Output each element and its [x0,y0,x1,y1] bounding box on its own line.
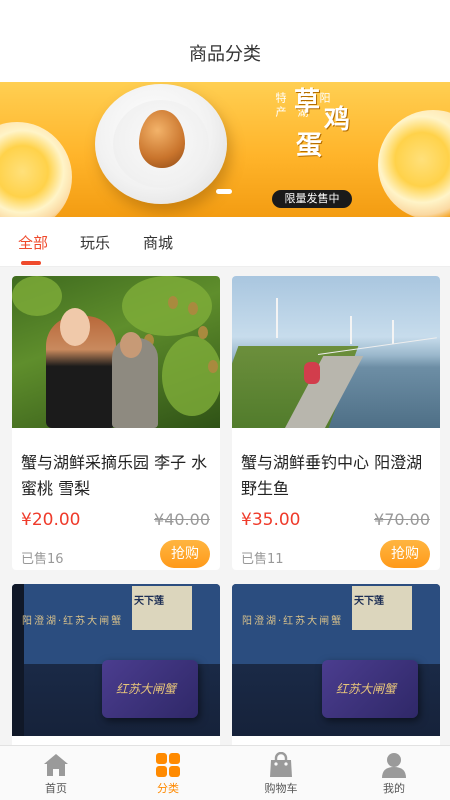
image-backdrop-text: 阳澄湖·红苏大闸蟹 [22,616,124,627]
nav-profile-label: 我的 [383,782,405,795]
product-card[interactable]: 蟹与湖鲜垂钓中心 阳澄湖野生鱼 ¥35.00 ¥70.00 已售11 抢购 [232,276,440,570]
banner-title-char: 蛋 [296,131,323,161]
category-tabs: 全部 玩乐 商城 [0,217,450,267]
product-image[interactable]: 阳澄湖·红苏大闸蟹 天下莲 红苏大闸蟹 [12,584,220,736]
page-title: 商品分类 [189,44,261,65]
product-sold-count: 已售11 [241,552,284,567]
product-price: ¥20.00 [21,510,81,530]
tab-active-indicator [21,261,41,265]
tab-all[interactable]: 全部 [18,232,48,253]
home-icon [44,754,68,776]
nav-home-label: 首页 [45,782,67,795]
image-card-title: 红苏大闸蟹 [116,682,177,696]
egg-image [139,110,185,168]
bag-icon [270,752,292,777]
nav-cart-label: 购物车 [264,782,298,795]
banner-title-char: 鸡 [324,105,351,135]
nav-cart[interactable]: 购物车 [225,746,337,800]
tab-play[interactable]: 玩乐 [80,232,110,253]
nav-category[interactable]: 分类 [112,746,224,800]
user-icon [382,753,406,778]
product-original-price: ¥70.00 [374,510,430,529]
banner-subtitle-col: 特产 [274,92,287,120]
tab-mall[interactable]: 商城 [143,232,173,253]
product-image[interactable] [12,276,220,428]
carousel-indicator [216,189,232,194]
grid-icon [156,753,180,777]
product-card[interactable]: 阳澄湖·红苏大闸蟹 天下莲 红苏大闸蟹 [12,584,220,745]
egg-yolk-image [0,122,72,217]
product-grid[interactable]: 蟹与湖鲜采摘乐园 李子 水蜜桃 雪梨 ¥20.00 ¥40.00 已售16 抢购… [0,267,450,745]
header: 商品分类 [0,0,450,82]
plate-image [95,84,227,204]
nav-profile[interactable]: 我的 [338,746,450,800]
product-price: ¥35.00 [241,510,301,530]
banner-title-char: 草 [294,87,321,117]
nav-home[interactable]: 首页 [0,746,112,800]
bottom-nav: 首页 分类 购物车 我的 [0,745,450,800]
buy-button[interactable]: 抢购 [380,540,430,568]
image-card-title: 红苏大闸蟹 [336,682,397,696]
product-name[interactable]: 蟹与湖鲜采摘乐园 李子 水蜜桃 雪梨 [21,450,211,502]
product-original-price: ¥40.00 [154,510,210,529]
image-brand-text: 天下莲 [354,596,384,607]
product-image[interactable]: 阳澄湖·红苏大闸蟹 天下莲 红苏大闸蟹 [232,584,440,736]
product-sold-count: 已售16 [21,552,64,567]
product-card[interactable]: 阳澄湖·红苏大闸蟹 天下莲 红苏大闸蟹 [232,584,440,745]
nav-category-label: 分类 [157,782,179,795]
promo-banner[interactable]: 阳 澄湖 特产 草 鸡 蛋 限量发售中 [0,82,450,217]
egg-yolk-image [378,110,450,217]
image-brand-text: 天下莲 [134,596,164,607]
carousel-dot[interactable] [216,189,232,194]
banner-badge: 限量发售中 [272,190,352,208]
buy-button[interactable]: 抢购 [160,540,210,568]
product-card[interactable]: 蟹与湖鲜采摘乐园 李子 水蜜桃 雪梨 ¥20.00 ¥40.00 已售16 抢购 [12,276,220,570]
product-image[interactable] [232,276,440,428]
image-backdrop-text: 阳澄湖·红苏大闸蟹 [242,616,344,627]
product-name[interactable]: 蟹与湖鲜垂钓中心 阳澄湖野生鱼 [241,450,431,502]
